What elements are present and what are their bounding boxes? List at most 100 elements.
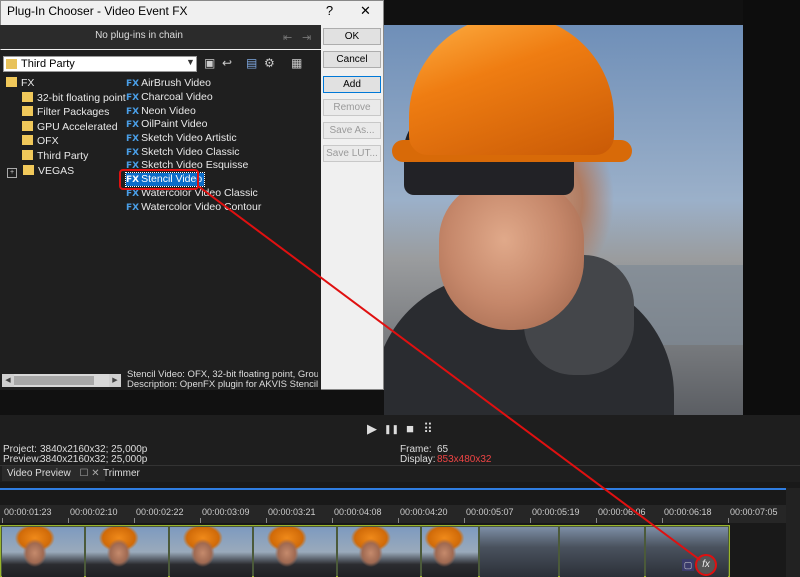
ruler-tick-mark: [266, 518, 267, 523]
fx-plugin-icon: FX: [126, 107, 140, 117]
ruler-tick-mark: [464, 518, 465, 523]
tree-item-fx[interactable]: FX: [6, 77, 34, 91]
ruler-tick-label: 00:00:03:09: [202, 507, 250, 517]
cancel-button[interactable]: Cancel: [323, 51, 381, 68]
new-folder-icon[interactable]: ▤: [246, 56, 257, 70]
plugin-item-label: Sketch Video Esquisse: [141, 159, 249, 171]
tab-trimmer[interactable]: Trimmer: [98, 466, 145, 481]
grid-icon[interactable]: ⠿: [421, 422, 435, 436]
fx-plugin-icon: FX: [126, 203, 140, 213]
folder-icon: [23, 165, 34, 175]
help-button[interactable]: ?: [316, 0, 343, 22]
folder-view-icon[interactable]: ▣: [204, 56, 215, 70]
tree-item-label: OFX: [37, 135, 59, 147]
fx-plugin-icon: FX: [126, 93, 140, 103]
folder-icon: [22, 92, 33, 102]
preview-label: Preview:: [3, 454, 42, 465]
expand-icon[interactable]: +: [7, 168, 17, 178]
timeline-vertical-scrollbar[interactable]: [786, 488, 800, 577]
plugin-item-label: Watercolor Video Classic: [141, 187, 258, 199]
plugin-item[interactable]: FX Sketch Video Classic: [126, 146, 240, 159]
tree-item-32bit[interactable]: 32-bit floating point: [22, 92, 126, 106]
ruler-tick-label: 00:00:06:06: [598, 507, 646, 517]
ruler-tick-label: 00:00:07:05: [730, 507, 778, 517]
transport-bar: [0, 415, 800, 443]
ok-button[interactable]: OK: [323, 28, 381, 45]
scroll-left-icon[interactable]: ◀: [2, 374, 14, 387]
thumbnail-frame: [2, 527, 84, 577]
plugin-item-label: AirBrush Video: [141, 77, 211, 89]
save-as-button[interactable]: Save As...: [323, 122, 381, 139]
tab-video-preview[interactable]: Video Preview ☐ ✕: [2, 466, 105, 481]
preview-right-strip: [743, 0, 800, 415]
event-pan-crop-icon[interactable]: ▢: [682, 559, 694, 571]
plugin-item[interactable]: FX Sketch Video Artistic: [126, 132, 237, 145]
ruler-tick-mark: [398, 518, 399, 523]
ruler-tick-label: 00:00:01:23: [4, 507, 52, 517]
plugin-item-selected[interactable]: FX Stencil Video: [124, 172, 206, 187]
ruler-tick-mark: [68, 518, 69, 523]
stop-button[interactable]: ■: [403, 422, 417, 436]
thumbnail-frame: [170, 527, 252, 577]
tree-item-ofx[interactable]: OFX: [22, 135, 59, 149]
event-fx-button[interactable]: fx: [697, 556, 715, 574]
plugin-item[interactable]: FX Sketch Video Esquisse: [126, 159, 248, 172]
view-mode-icon[interactable]: ▦: [291, 56, 302, 70]
loop-region-bar[interactable]: [0, 488, 786, 490]
thumbnail-frame: [560, 527, 644, 577]
folder-icon: [22, 135, 33, 145]
close-button[interactable]: ✕: [352, 0, 379, 22]
ruler-tick-label: 00:00:02:10: [70, 507, 118, 517]
tab-window-icons[interactable]: ☐ ✕: [80, 468, 100, 479]
plugin-item-label: Neon Video: [141, 105, 196, 117]
worker-face: [439, 180, 584, 330]
thumbnail-frame: [422, 527, 478, 577]
tree-item-third-party[interactable]: Third Party: [22, 150, 88, 164]
folder-icon: [22, 150, 33, 160]
video-preview-frame: joma: [384, 25, 743, 415]
category-dropdown-value: Third Party: [21, 58, 75, 70]
plugin-item[interactable]: FX AirBrush Video: [126, 77, 211, 90]
dialog-title: Plug-In Chooser - Video Event FX: [7, 4, 188, 18]
plugin-chain-text: No plug-ins in chain: [95, 30, 183, 41]
ruler-tick-mark: [332, 518, 333, 523]
move-left-icon[interactable]: ⇤: [283, 31, 292, 44]
tree-item-label: GPU Accelerated: [37, 121, 118, 133]
plugin-item[interactable]: FX Watercolor Video Classic: [126, 187, 258, 200]
plugin-item-label: Sketch Video Artistic: [141, 132, 237, 144]
tree-item-vegas[interactable]: + VEGAS: [7, 165, 74, 179]
plugin-item-label: Watercolor Video Contour: [141, 201, 262, 213]
plugin-item[interactable]: FX OilPaint Video: [126, 118, 207, 131]
ruler-tick-label: 00:00:06:18: [664, 507, 712, 517]
plugin-item[interactable]: FX Neon Video: [126, 105, 196, 118]
options-icon[interactable]: ⚙: [264, 56, 275, 70]
back-icon[interactable]: ↩: [222, 56, 232, 70]
scrollbar-thumb[interactable]: [14, 376, 94, 385]
save-lut-button[interactable]: Save LUT...: [323, 145, 381, 162]
play-button[interactable]: ▶: [365, 422, 379, 436]
plugin-item[interactable]: FX Watercolor Video Contour: [126, 201, 261, 214]
display-label: Display:: [400, 454, 436, 465]
chevron-down-icon[interactable]: ▼: [186, 57, 195, 67]
preview-value: 3840x2160x32; 25,000p: [40, 454, 148, 465]
tree-item-gpu-accelerated[interactable]: GPU Accelerated: [22, 121, 118, 135]
thumbnail-frame: [86, 527, 168, 577]
ruler-tick-mark: [728, 518, 729, 523]
ruler-tick-mark: [134, 518, 135, 523]
move-right-icon[interactable]: ⇥: [302, 31, 311, 44]
ruler-tick-label: 00:00:03:21: [268, 507, 316, 517]
add-button[interactable]: Add: [323, 76, 381, 93]
pause-button[interactable]: ❚❚: [384, 422, 399, 436]
tree-item-filter-packages[interactable]: Filter Packages: [22, 106, 109, 120]
tree-item-label: Filter Packages: [37, 106, 110, 118]
thumbnail-frame: [338, 527, 420, 577]
ruler-tick-label: 00:00:04:08: [334, 507, 382, 517]
plugin-item[interactable]: FX Charcoal Video: [126, 91, 213, 104]
fx-plugin-icon: FX: [126, 79, 140, 89]
scroll-right-icon[interactable]: ▶: [109, 374, 121, 387]
thumbnail-frame: [480, 527, 558, 577]
ruler-tick-label: 00:00:05:19: [532, 507, 580, 517]
remove-button[interactable]: Remove: [323, 99, 381, 116]
plugin-item-label: OilPaint Video: [141, 118, 208, 130]
plugin-item-label: Sketch Video Classic: [141, 146, 240, 158]
